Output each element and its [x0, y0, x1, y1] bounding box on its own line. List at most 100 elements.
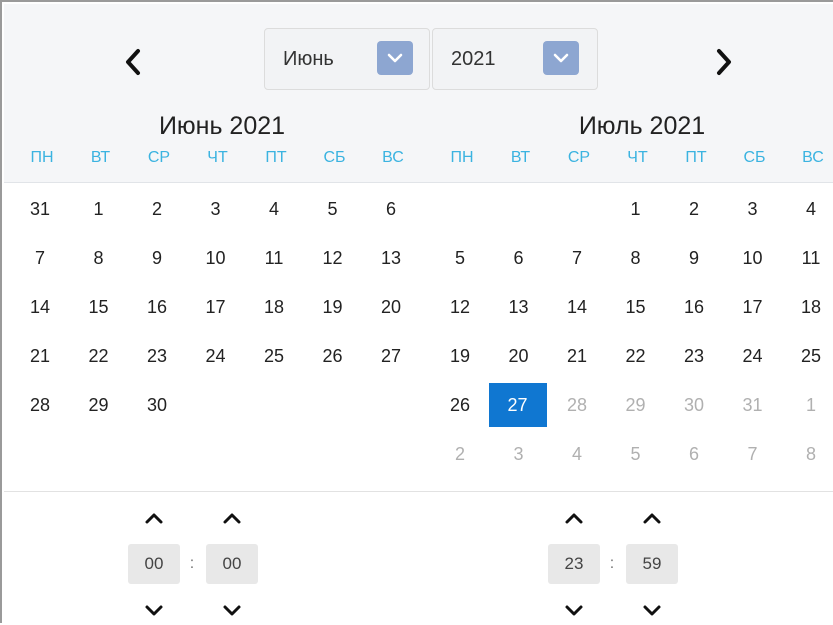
day-cell[interactable]: 11: [244, 238, 304, 278]
day-cell[interactable]: 19: [430, 336, 490, 376]
minutes-value-start[interactable]: 00: [206, 544, 258, 584]
day-cell[interactable]: 7: [723, 434, 783, 474]
day-cell[interactable]: 20: [489, 336, 549, 376]
day-cell[interactable]: 23: [127, 336, 187, 376]
day-cell[interactable]: 1: [606, 189, 666, 229]
day-cell[interactable]: 26: [430, 385, 490, 425]
day-cell[interactable]: 30: [664, 385, 724, 425]
day-cell[interactable]: 4: [547, 434, 607, 474]
day-cell[interactable]: 15: [606, 287, 666, 327]
day-cell[interactable]: 20: [361, 287, 421, 327]
day-cell[interactable]: 29: [69, 385, 129, 425]
day-cell[interactable]: 13: [361, 238, 421, 278]
day-cell[interactable]: 1: [781, 385, 833, 425]
day-cell[interactable]: 14: [10, 287, 70, 327]
calendar-header: Июнь 2021 Июнь 2021 Июль 2021 ПН ВТ СР ЧТ ПТ…: [4, 4, 833, 183]
day-cell[interactable]: 21: [10, 336, 70, 376]
day-cell[interactable]: 24: [186, 336, 246, 376]
day-cell[interactable]: 29: [606, 385, 666, 425]
hours-up-button-end[interactable]: [556, 504, 592, 532]
day-cell[interactable]: 18: [781, 287, 833, 327]
next-month-button[interactable]: [709, 42, 737, 82]
day-cell[interactable]: 3: [186, 189, 246, 229]
day-cell[interactable]: 31: [723, 385, 783, 425]
day-cell[interactable]: 22: [606, 336, 666, 376]
day-cell[interactable]: 3: [489, 434, 549, 474]
day-cell[interactable]: 25: [781, 336, 833, 376]
day-cell[interactable]: 16: [127, 287, 187, 327]
hours-value-start[interactable]: 00: [128, 544, 180, 584]
day-cell[interactable]: 30: [127, 385, 187, 425]
day-cell[interactable]: 12: [303, 238, 363, 278]
minutes-up-button-start[interactable]: [214, 504, 250, 532]
day-cell[interactable]: 27: [361, 336, 421, 376]
prev-month-button[interactable]: [120, 42, 148, 82]
day-cell[interactable]: 14: [547, 287, 607, 327]
minutes-down-button-start[interactable]: [214, 597, 250, 625]
day-cell[interactable]: 17: [186, 287, 246, 327]
day-cell-selected[interactable]: 27: [488, 383, 547, 427]
year-select[interactable]: 2021: [432, 28, 598, 90]
hours-up-button-start[interactable]: [136, 504, 172, 532]
day-cell[interactable]: 24: [723, 336, 783, 376]
day-cell[interactable]: 8: [606, 238, 666, 278]
minutes-up-button-end[interactable]: [634, 504, 670, 532]
day-cell[interactable]: 10: [186, 238, 246, 278]
divider: [4, 491, 833, 492]
minutes-down-button-end[interactable]: [634, 597, 670, 625]
day-cell[interactable]: 11: [781, 238, 833, 278]
day-cell[interactable]: 12: [430, 287, 490, 327]
day-cell[interactable]: 7: [547, 238, 607, 278]
day-cell[interactable]: 8: [781, 434, 833, 474]
day-cell[interactable]: 8: [69, 238, 129, 278]
day-cell[interactable]: 2: [664, 189, 724, 229]
day-cell[interactable]: 6: [361, 189, 421, 229]
day-cell[interactable]: 31: [10, 189, 70, 229]
day-cell[interactable]: 26: [303, 336, 363, 376]
day-cell[interactable]: 25: [244, 336, 304, 376]
weekday-label: СБ: [323, 149, 346, 166]
chevron-down-icon: [387, 53, 403, 63]
day-cell[interactable]: 19: [303, 287, 363, 327]
day-cell[interactable]: 2: [127, 189, 187, 229]
weekday-label: СР: [567, 149, 591, 166]
day-cell[interactable]: 2: [430, 434, 490, 474]
day-cell[interactable]: 4: [781, 189, 833, 229]
month-select[interactable]: Июнь: [264, 28, 430, 90]
chevron-down-icon: [643, 605, 661, 616]
day-cell[interactable]: 5: [606, 434, 666, 474]
minutes-value-end[interactable]: 59: [626, 544, 678, 584]
day-cell[interactable]: 15: [69, 287, 129, 327]
day-cell[interactable]: 28: [10, 385, 70, 425]
weekday-label: ЧТ: [207, 149, 228, 166]
day-cell[interactable]: 9: [664, 238, 724, 278]
day-cell[interactable]: 6: [664, 434, 724, 474]
day-cell[interactable]: 6: [489, 238, 549, 278]
hours-value-end[interactable]: 23: [548, 544, 600, 584]
day-cell[interactable]: 23: [664, 336, 724, 376]
hours-down-button-start[interactable]: [136, 597, 172, 625]
day-cell[interactable]: 4: [244, 189, 304, 229]
time-separator: :: [189, 555, 195, 572]
day-cell[interactable]: 10: [723, 238, 783, 278]
day-cell[interactable]: 18: [244, 287, 304, 327]
day-cell[interactable]: 16: [664, 287, 724, 327]
day-cell[interactable]: 17: [723, 287, 783, 327]
month-dropdown-arrow[interactable]: [377, 41, 413, 75]
day-cell[interactable]: 5: [430, 238, 490, 278]
day-cell[interactable]: 9: [127, 238, 187, 278]
day-cell[interactable]: 5: [303, 189, 363, 229]
chevron-up-icon: [643, 513, 661, 524]
year-dropdown-arrow[interactable]: [543, 41, 579, 75]
day-cell[interactable]: 28: [547, 385, 607, 425]
chevron-down-icon: [553, 53, 569, 63]
day-cell[interactable]: 22: [69, 336, 129, 376]
chevron-down-icon: [565, 605, 583, 616]
hours-down-button-end[interactable]: [556, 597, 592, 625]
day-cell[interactable]: 21: [547, 336, 607, 376]
day-cell[interactable]: 1: [69, 189, 129, 229]
chevron-up-icon: [145, 513, 163, 524]
day-cell[interactable]: 13: [489, 287, 549, 327]
day-cell[interactable]: 7: [10, 238, 70, 278]
day-cell[interactable]: 3: [723, 189, 783, 229]
